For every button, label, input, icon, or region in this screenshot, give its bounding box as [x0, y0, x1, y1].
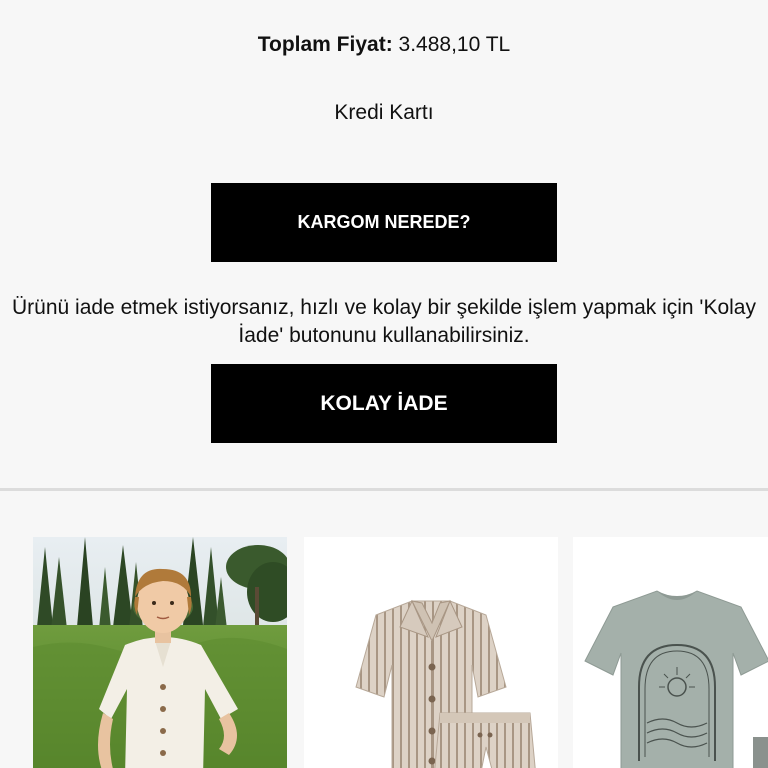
order-summary-section: Toplam Fiyat: 3.488,10 TL Kredi Kartı KA… — [0, 0, 768, 488]
payment-method: Kredi Kartı — [334, 101, 434, 124]
track-shipment-button[interactable]: KARGOM NEREDE? — [211, 183, 557, 262]
order-detail-page: Toplam Fiyat: 3.488,10 TL Kredi Kartı KA… — [0, 0, 768, 768]
product-carousel — [0, 491, 768, 768]
total-price-value: 3.488,10 TL — [398, 33, 511, 56]
easy-return-button[interactable]: KOLAY İADE — [211, 364, 557, 443]
child-model-photo — [33, 537, 287, 768]
return-info-text: Ürünü iade etmek istiyorsanız, hızlı ve … — [12, 296, 756, 347]
printed-tshirt-photo — [573, 537, 768, 768]
product-card[interactable] — [304, 537, 558, 768]
product-card[interactable] — [33, 537, 287, 768]
product-card[interactable] — [573, 537, 768, 768]
striped-shirt-shorts-set-photo — [304, 537, 558, 768]
total-price-label: Toplam Fiyat: — [257, 33, 393, 56]
total-price: Toplam Fiyat: 3.488,10 TL — [0, 32, 768, 58]
